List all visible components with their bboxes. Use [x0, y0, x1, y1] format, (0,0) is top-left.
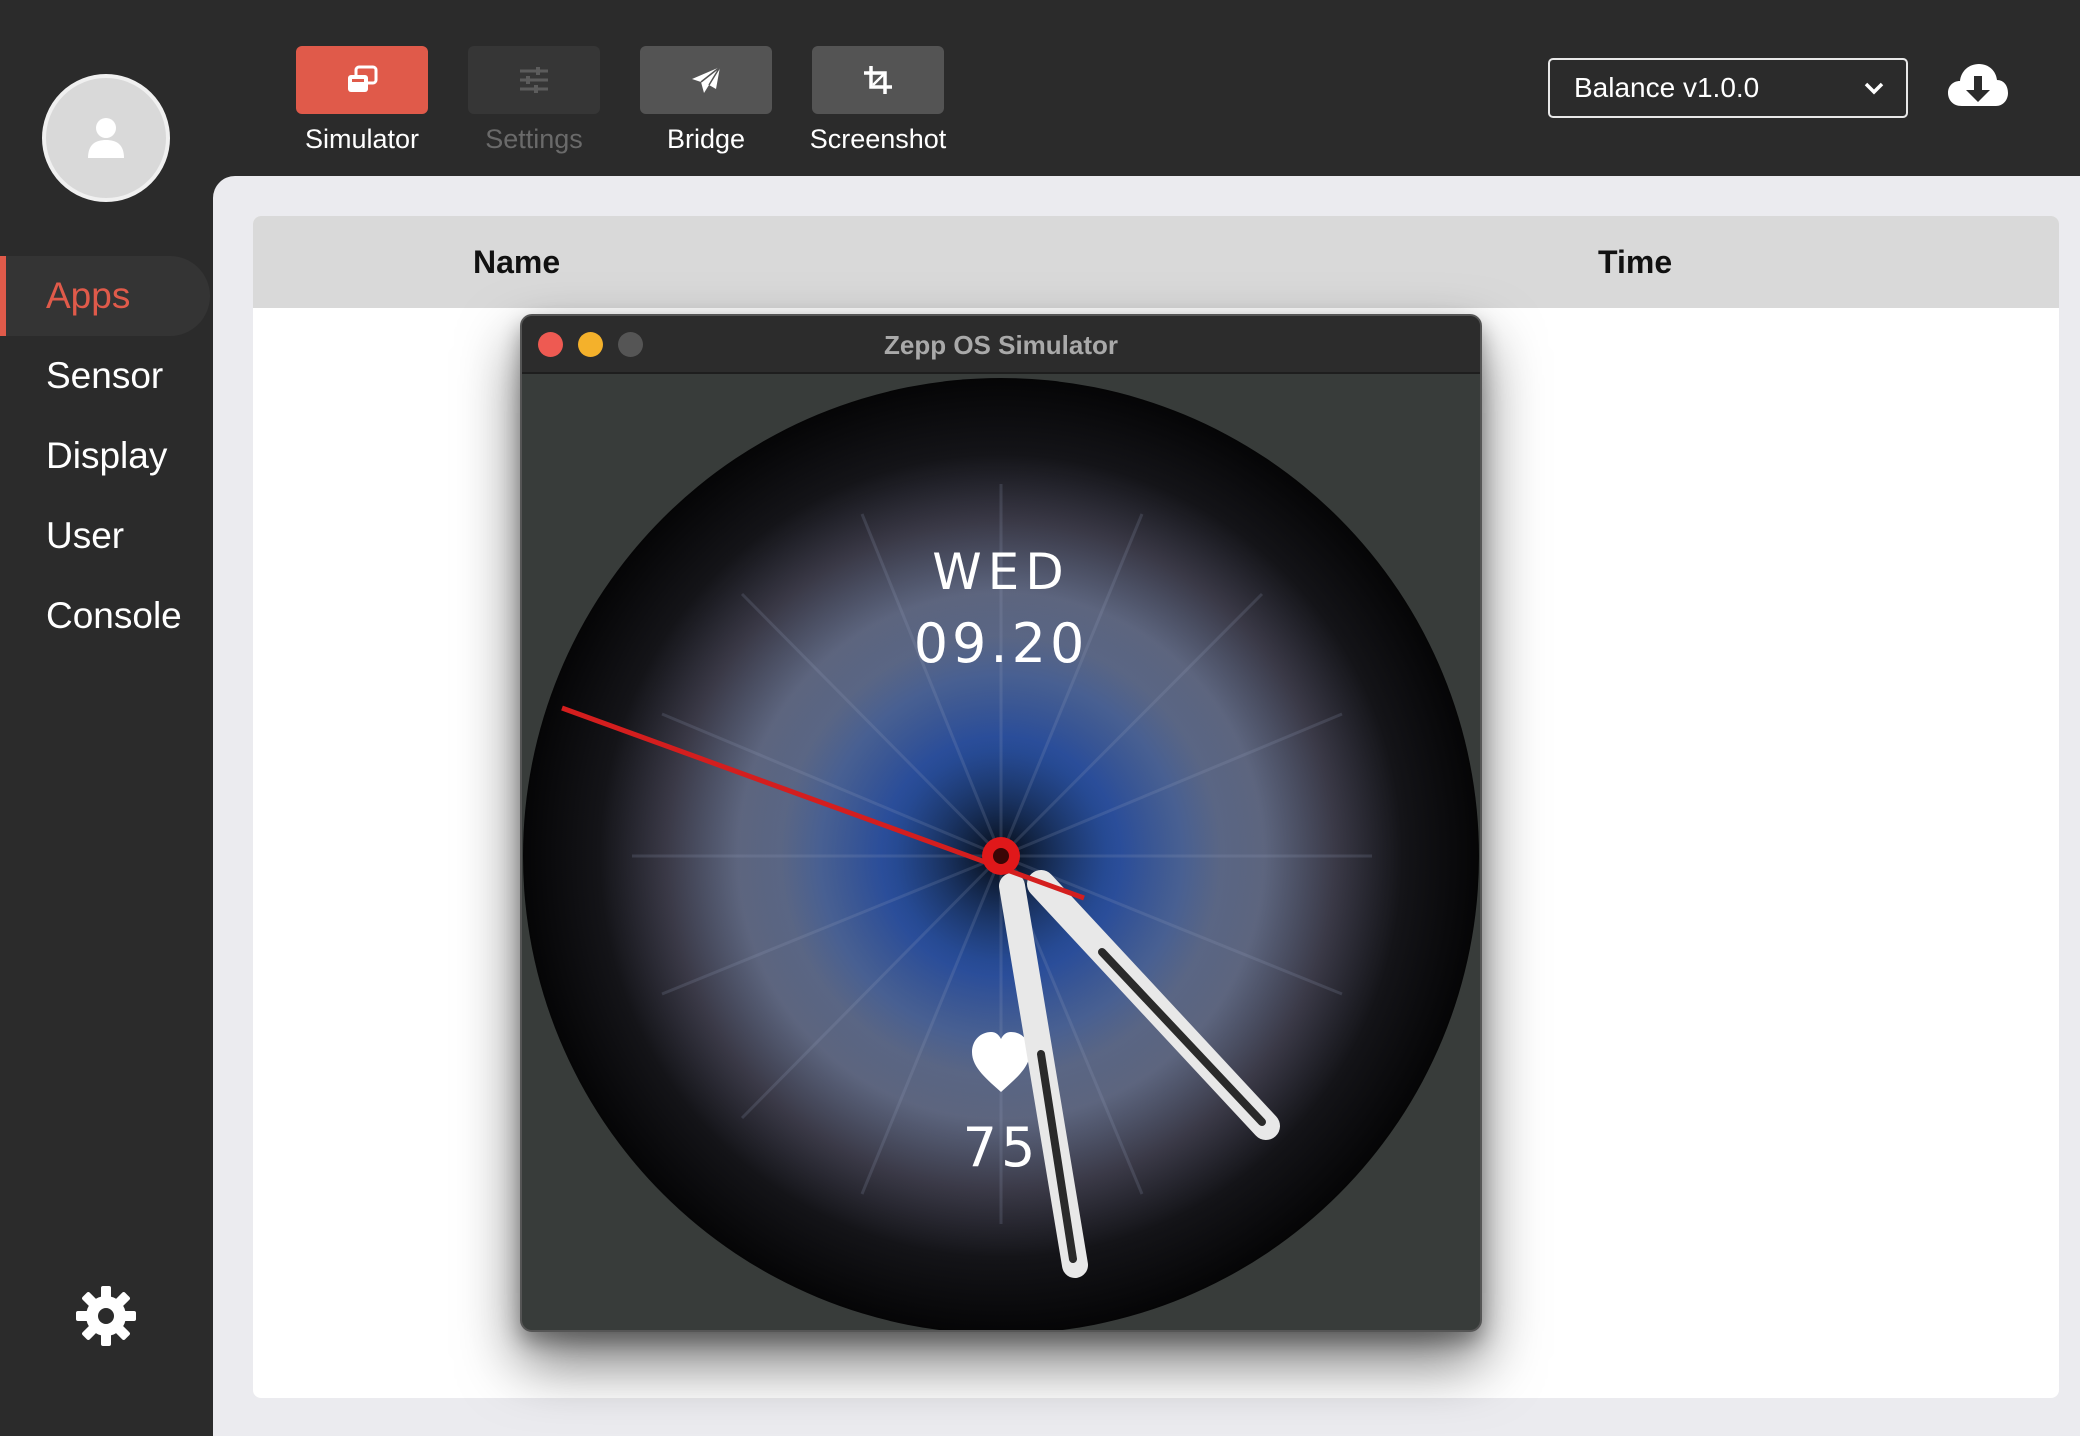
sidebar-item-user[interactable]: User [0, 496, 213, 576]
user-icon [88, 118, 124, 158]
screenshot-button-face[interactable] [812, 46, 944, 114]
sidebar-item-display[interactable]: Display [0, 416, 213, 496]
watch-screen[interactable]: WED 09.20 75 [522, 374, 1480, 1330]
settings-label: Settings [485, 124, 583, 154]
paper-plane-icon [692, 66, 721, 93]
simulator-label: Simulator [304, 124, 420, 154]
simulator-button[interactable]: Simulator [296, 46, 428, 155]
gear-icon[interactable] [74, 1284, 138, 1348]
watch-date: 09.20 [914, 612, 1089, 675]
sidebar-item-sensor[interactable]: Sensor [0, 336, 213, 416]
crop-icon [864, 66, 892, 94]
settings-button[interactable]: Settings [468, 46, 600, 155]
version-select-value: Balance v1.0.0 [1574, 72, 1760, 103]
bridge-button-face[interactable] [640, 46, 772, 114]
settings-button-face[interactable] [468, 46, 600, 114]
watch-weekday: WED [932, 543, 1070, 601]
bridge-button[interactable]: Bridge [640, 46, 772, 155]
column-header-time[interactable]: Time [1598, 216, 1672, 308]
device-version-select[interactable]: Balance v1.0.0 [1548, 58, 1908, 118]
sidebar-nav: Apps Sensor Display User Console [0, 256, 213, 656]
watch-heart-rate: 75 [963, 1116, 1040, 1179]
sidebar-item-console[interactable]: Console [0, 576, 213, 656]
column-header-name[interactable]: Name [473, 216, 560, 308]
simulator-title: Zepp OS Simulator [883, 329, 1119, 360]
sidebar-item-label: Apps [46, 275, 131, 316]
bridge-label: Bridge [666, 124, 746, 154]
sidebar-item-apps[interactable]: Apps [0, 256, 210, 336]
settings-sliders-icon [520, 67, 548, 93]
cloud-download-icon[interactable] [1946, 58, 2010, 114]
simulator-window[interactable]: Zepp OS Simulator WED 09.20 75 [520, 314, 1482, 1332]
simulator-titlebar[interactable]: Zepp OS Simulator [522, 316, 1480, 374]
screenshot-label: Screenshot [809, 124, 947, 154]
sidebar-item-label: Console [46, 595, 182, 636]
table-header: Name Time [253, 216, 2059, 308]
sidebar-item-label: Sensor [46, 355, 164, 396]
avatar[interactable] [42, 74, 170, 202]
simulator-icon [348, 65, 378, 92]
sidebar: Apps Sensor Display User Console [0, 0, 213, 1436]
toolbar: Simulator Settings Bridge Screenshot [296, 46, 947, 155]
sidebar-item-label: User [46, 515, 125, 556]
sidebar-item-label: Display [46, 435, 168, 476]
simulator-button-face[interactable] [296, 46, 428, 114]
screenshot-button[interactable]: Screenshot [809, 46, 947, 155]
chevron-down-icon [1864, 82, 1884, 95]
